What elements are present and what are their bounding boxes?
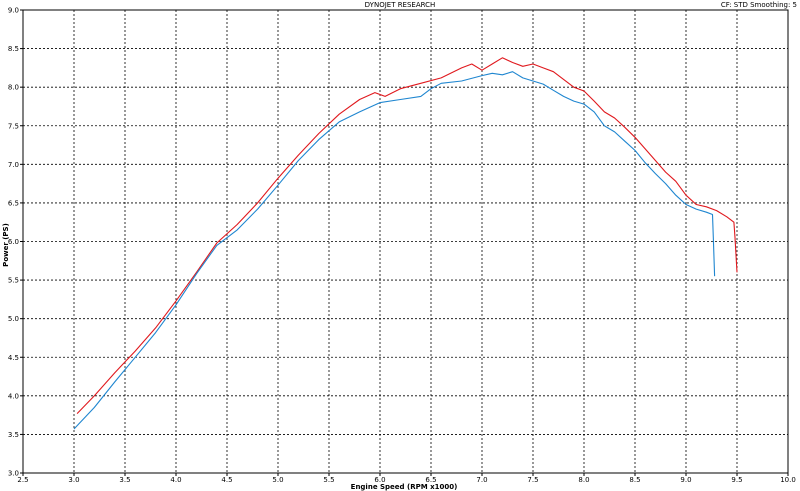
y-tick-label: 5.0 [8,315,19,323]
y-tick-label: 8.0 [8,84,19,92]
chart-title: DYNOJET RESEARCH [365,1,436,9]
x-tick-label: 4.5 [221,476,232,484]
x-tick-label: 3.0 [68,476,79,484]
y-tick-label: 7.0 [8,161,19,169]
x-tick-label: 9.5 [731,476,742,484]
x-tick-label: 4.0 [170,476,181,484]
y-tick-label: 3.5 [8,431,19,439]
x-tick-label: 5.5 [323,476,334,484]
dyno-chart: DYNOJET RESEARCH CF: STD Smoothing: 5 2.… [0,0,800,491]
settings-readout: CF: STD Smoothing: 5 [721,1,797,9]
x-tick-label: 9.0 [680,476,691,484]
x-axis-label: Engine Speed (RPM x1000) [351,483,458,491]
x-tick-label: 8.5 [629,476,640,484]
chart-background [0,0,800,491]
y-tick-label: 6.5 [8,199,19,207]
y-tick-label: 4.0 [8,392,19,400]
x-tick-label: 7.5 [527,476,538,484]
y-axis-label: Power (PS) [2,223,10,267]
y-tick-label: 3.0 [8,470,19,478]
y-tick-label: 7.5 [8,122,19,130]
x-tick-label: 10.0 [780,476,796,484]
y-tick-label: 8.5 [8,45,19,53]
y-tick-label: 4.5 [8,354,19,362]
x-tick-label: 5.0 [272,476,283,484]
x-tick-label: 3.5 [119,476,130,484]
x-tick-label: 8.0 [578,476,589,484]
x-tick-label: 7.0 [476,476,487,484]
y-tick-label: 9.0 [8,7,19,15]
y-tick-label: 5.5 [8,277,19,285]
x-tick-label: 2.5 [17,476,28,484]
